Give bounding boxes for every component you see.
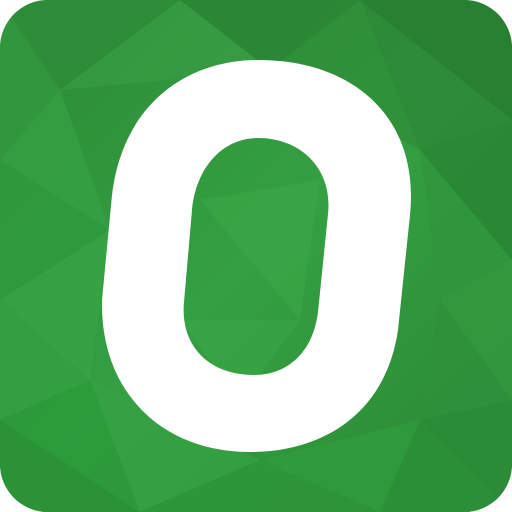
app-icon-graphic [0,0,512,512]
app-icon [0,0,512,512]
